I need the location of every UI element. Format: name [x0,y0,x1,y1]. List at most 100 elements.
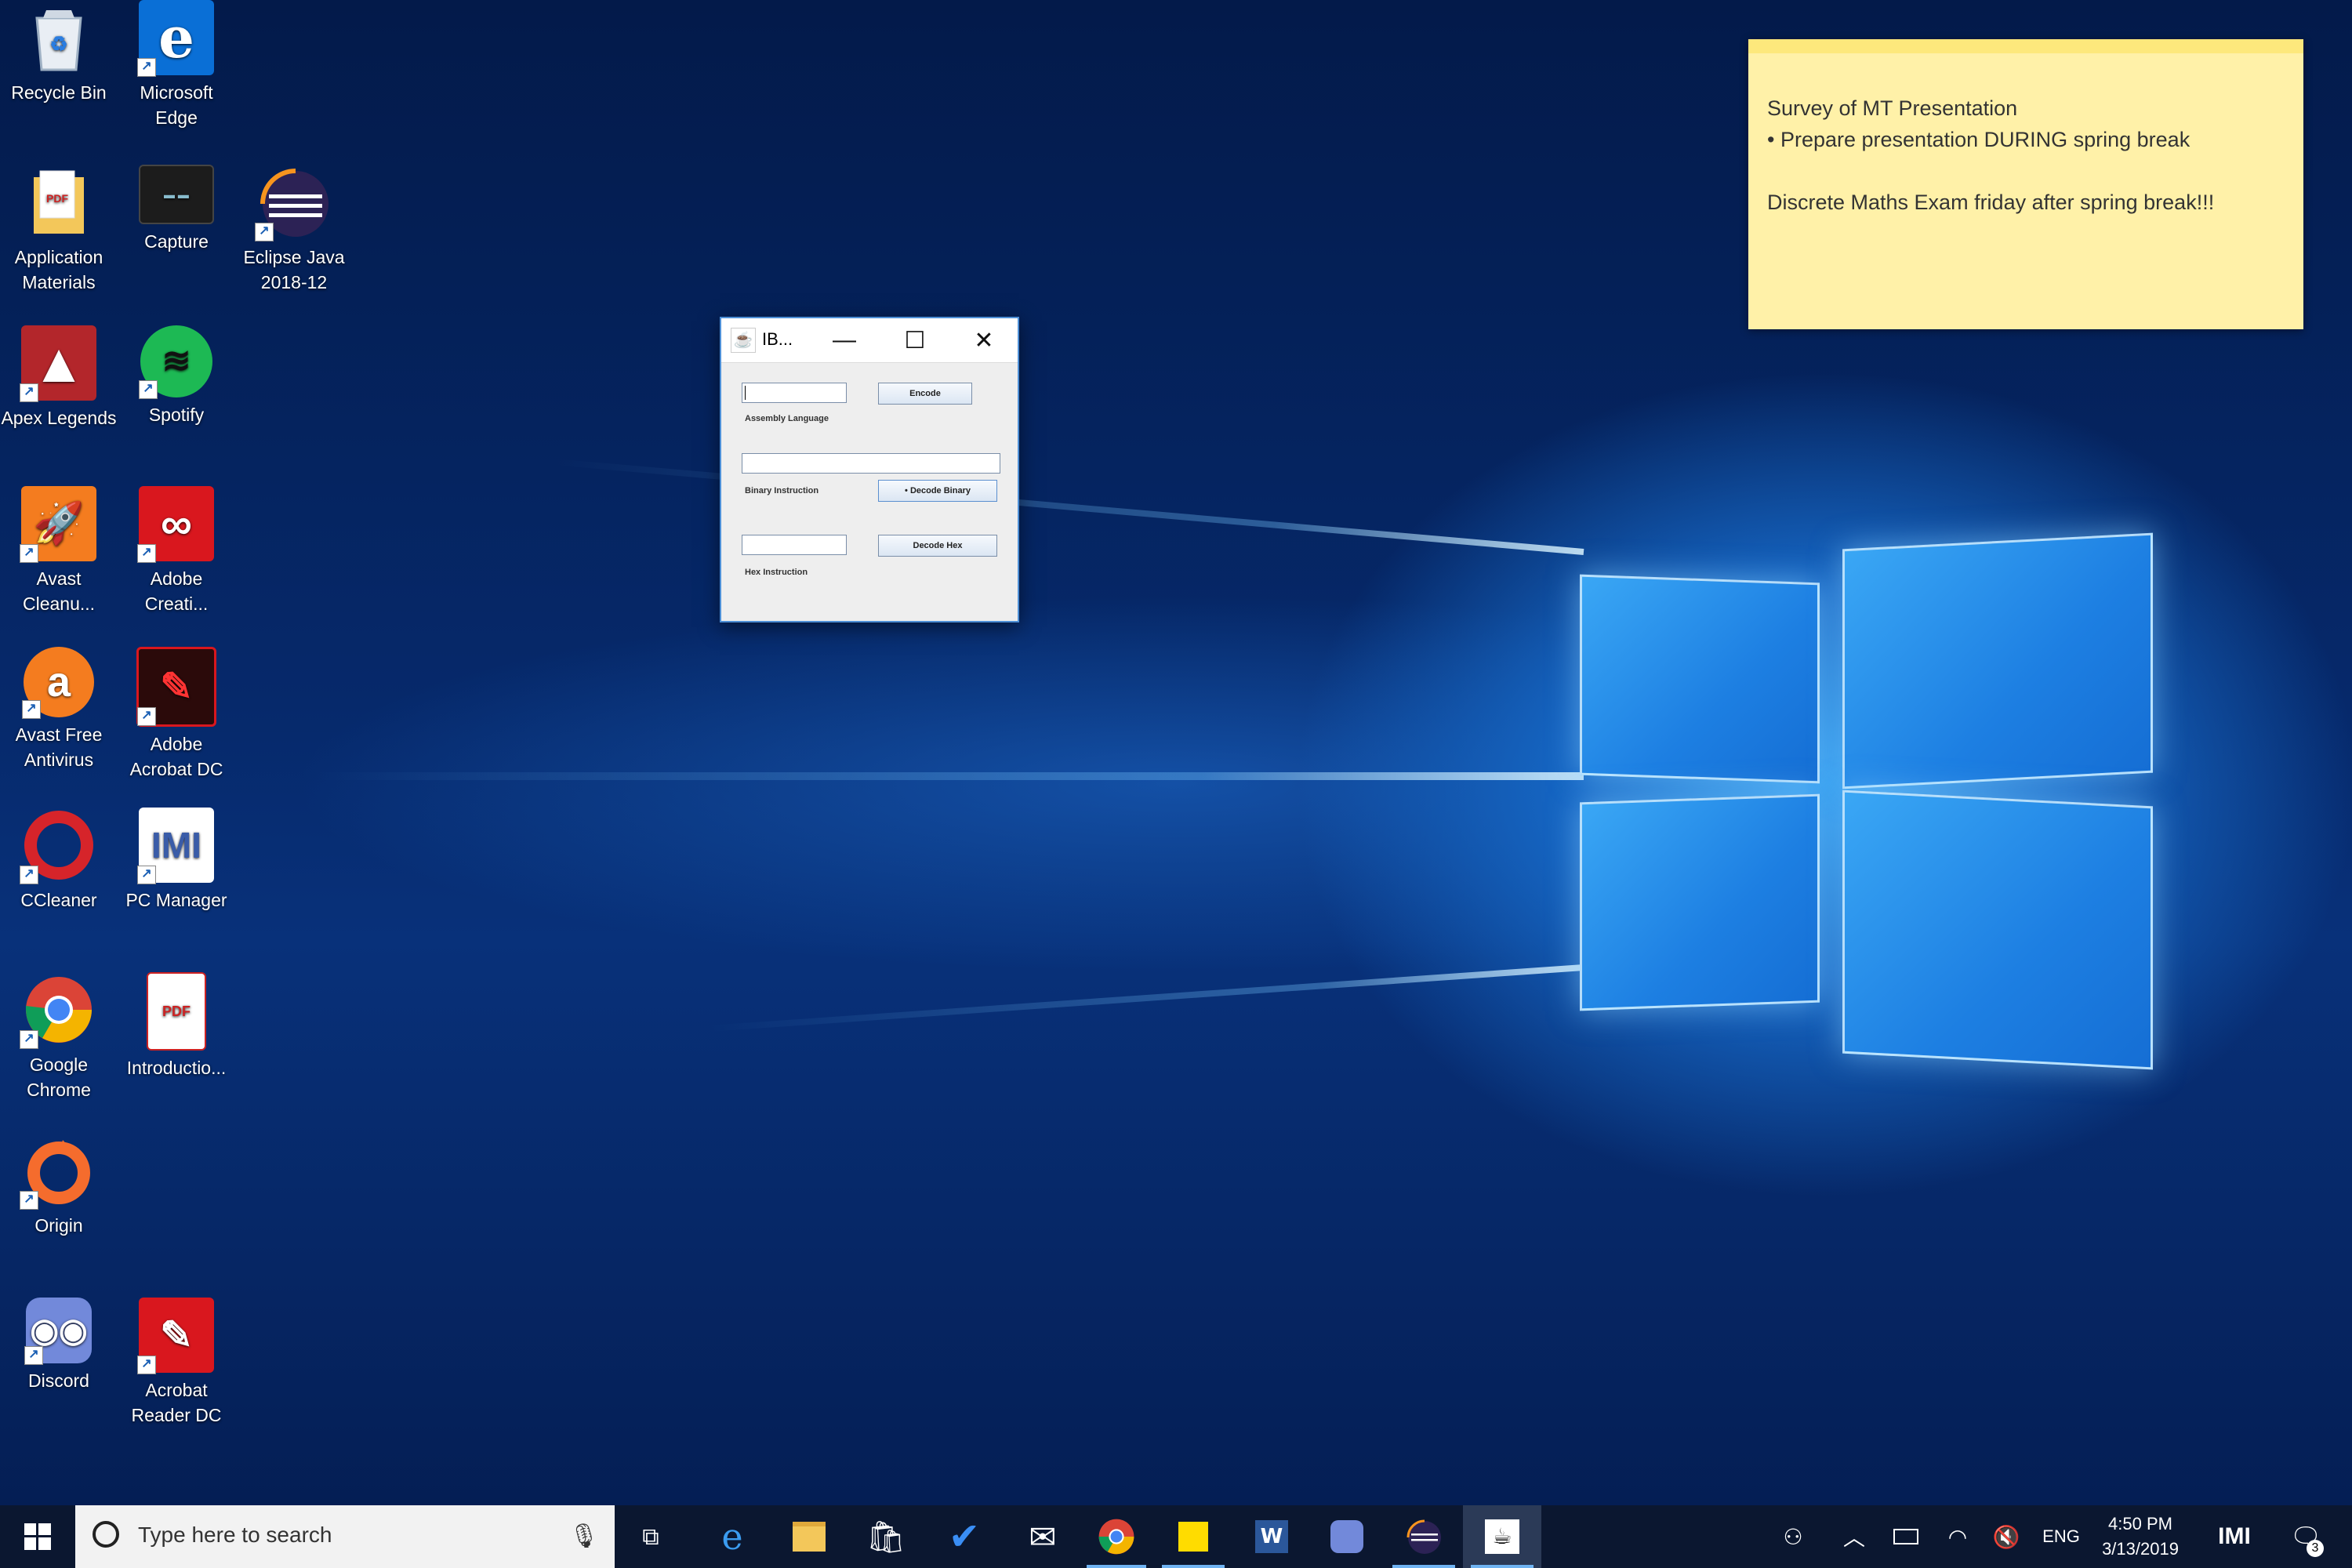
mail-icon: ✉ [1029,1517,1057,1556]
taskbar-store[interactable]: 🛍 [847,1505,925,1568]
eclipse-icon: ↗ [255,165,332,241]
discord-icon: ◉◉ ↗ [24,1298,92,1365]
sticky-note-header[interactable] [1748,39,2303,53]
sticky-line: Discrete Maths Exam friday after spring … [1767,191,2215,214]
clock-date: 3/13/2019 [2102,1539,2179,1559]
taskbar-todo[interactable]: ✔ [925,1505,1004,1568]
notification-count-badge: 3 [2307,1540,2324,1557]
icon-label: Google Chrome [27,1054,91,1100]
taskbar-eclipse[interactable] [1385,1505,1463,1568]
start-button[interactable] [0,1505,75,1568]
desktop-icon-eclipse[interactable]: ↗ Eclipse Java 2018-12 [235,165,353,295]
icon-label: Avast Cleanu... [22,568,96,614]
sticky-note[interactable]: Survey of MT Presentation • Prepare pres… [1748,39,2303,329]
discord-icon [1330,1520,1363,1553]
taskbar-edge[interactable]: e [693,1505,771,1568]
icon-label: Introductio... [126,1058,227,1078]
java-icon: ☕ [1485,1519,1519,1554]
desktop-icon-origin[interactable]: ↗ Origin [0,1133,118,1238]
icon-label: Avast Free Antivirus [15,724,103,770]
hex-input[interactable] [742,535,847,555]
assembly-label: Assembly Language [745,414,829,423]
chrome-icon: ↗ [20,972,96,1049]
people-button[interactable]: ⚇ [1772,1505,1814,1568]
chrome-icon [1098,1519,1134,1555]
maximize-button[interactable]: ☐ [880,318,950,362]
acrobat-reader-icon: ✎ ↗ [137,1298,214,1374]
binary-input[interactable] [742,453,1000,474]
icon-label: Adobe Creati... [144,568,209,614]
taskbar-search-box[interactable]: Type here to search 🎙 [75,1505,615,1568]
taskbar-discord[interactable] [1308,1505,1386,1568]
binary-label: Binary Instruction [745,486,819,495]
minimize-button[interactable]: — [809,318,880,362]
checkmark-icon: ✔ [948,1515,981,1559]
wifi-icon: ◠ [1947,1524,1968,1549]
desktop-icon-capture[interactable]: ▬ ▬ Capture [118,165,235,254]
icon-label: Adobe Acrobat DC [129,734,223,779]
desktop-icon-recycle-bin[interactable]: ♻ Recycle Bin [0,0,118,105]
battery-button[interactable] [1886,1505,1926,1568]
desktop-icon-acrobat[interactable]: ✎ ↗ Adobe Acrobat DC [118,647,235,782]
language-button[interactable]: ENG [2034,1505,2089,1568]
action-center-button[interactable]: 🗨 3 [2278,1505,2333,1568]
clock-button[interactable]: 4:50 PM 3/13/2019 [2090,1505,2190,1568]
icon-label: Microsoft Edge [140,82,213,128]
sticky-line: Survey of MT Presentation [1767,96,2018,120]
assembly-input[interactable] [742,383,847,403]
icon-label: Eclipse Java 2018-12 [243,247,345,292]
desktop-icon-application-materials[interactable]: PDF Application Materials [0,165,118,295]
desktop-icon-chrome[interactable]: ↗ Google Chrome [0,972,118,1102]
icon-label: Spotify [148,405,205,425]
avast-cleanup-icon: 🚀 ↗ [20,486,96,563]
taskbar-word[interactable]: W [1232,1505,1311,1568]
clock-time: 4:50 PM [2108,1514,2172,1534]
icon-label: Capture [144,231,209,252]
network-button[interactable]: ◠ [1938,1505,1977,1568]
ccleaner-icon: ↗ [20,808,96,884]
java-app-window[interactable]: ☕ IB... — ☐ ✕ Assembly Language Encode B… [720,317,1019,622]
task-view-icon: ⧉ [642,1523,659,1551]
microphone-icon[interactable]: 🎙 [569,1523,599,1550]
windows-icon [24,1523,51,1550]
word-icon: W [1255,1520,1288,1553]
taskbar-file-explorer[interactable] [771,1505,847,1568]
decode-binary-button[interactable]: • Decode Binary [878,480,997,502]
sticky-notes-icon [1178,1522,1208,1552]
sticky-note-body[interactable]: Survey of MT Presentation • Prepare pres… [1748,53,2303,234]
icon-label: CCleaner [20,890,97,910]
volume-button[interactable]: 🔇 [1987,1505,2026,1568]
desktop-icon-adobe-cc[interactable]: ∞ ↗ Adobe Creati... [118,486,235,616]
taskbar-java-app[interactable]: ☕ [1463,1505,1541,1568]
java-icon: ☕ [731,328,756,353]
desktop-icon-avast[interactable]: a ↗ Avast Free Antivirus [0,647,118,772]
encode-button[interactable]: Encode [878,383,972,405]
window-title-bar[interactable]: ☕ IB... — ☐ ✕ [721,318,1018,363]
avast-icon: a ↗ [22,647,94,719]
svg-text:PDF: PDF [46,192,68,205]
decode-hex-button[interactable]: Decode Hex [878,535,997,557]
taskbar-mail[interactable]: ✉ [1004,1505,1082,1568]
task-view-button[interactable]: ⧉ [627,1505,674,1568]
close-button[interactable]: ✕ [949,318,1019,362]
language-indicator: ENG [2042,1526,2080,1546]
desktop-icon-spotify[interactable]: ≋ ↗ Spotify [118,325,235,427]
desktop-icon-pc-manager[interactable]: IMI ↗ PC Manager [118,808,235,913]
show-hidden-icons-button[interactable]: ︿ [1835,1505,1874,1568]
icon-label: Application Materials [14,247,103,292]
desktop-icon-avast-cleanup[interactable]: 🚀 ↗ Avast Cleanu... [0,486,118,616]
desktop-icon-ccleaner[interactable]: ↗ CCleaner [0,808,118,913]
cortana-icon [93,1521,119,1548]
desktop-icon-apex[interactable]: ▲ ↗ Apex Legends [0,325,118,430]
desktop-icon-acrobat-reader[interactable]: ✎ ↗ Acrobat Reader DC [118,1298,235,1428]
folder-icon: PDF [21,165,96,240]
desktop-icon-edge[interactable]: e ↗ Microsoft Edge [118,0,235,130]
search-placeholder: Type here to search [138,1523,332,1547]
taskbar-chrome[interactable] [1079,1505,1154,1568]
icon-label: Origin [34,1215,83,1236]
taskbar-pc-manager[interactable]: IMI [2211,1505,2258,1568]
taskbar-sticky-notes[interactable] [1154,1505,1232,1568]
desktop-icon-introduction-pdf[interactable]: PDF Introductio... [118,972,235,1080]
eclipse-icon [1406,1519,1441,1554]
desktop-icon-discord[interactable]: ◉◉ ↗ Discord [0,1298,118,1393]
